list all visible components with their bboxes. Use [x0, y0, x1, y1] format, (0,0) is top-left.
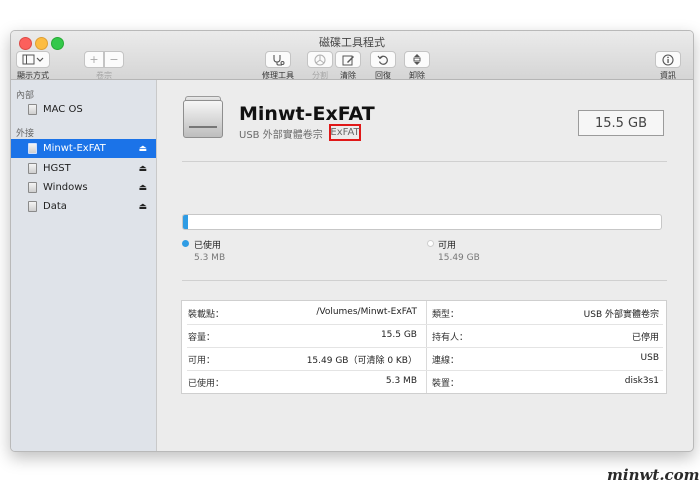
- info-row: 容量： 15.5 GB 持有人： 已停用: [182, 324, 666, 347]
- available-value: 15.49 GB（可清除 0 KB）: [306, 356, 417, 366]
- info-row: 裝載點： /Volumes/Minwt-ExFAT 類型： USB 外部實體卷宗: [182, 301, 666, 324]
- info-button[interactable]: [655, 51, 681, 68]
- usage-divider: [182, 280, 667, 281]
- sidebar-item-hgst[interactable]: HGST ⏏: [11, 159, 156, 178]
- available-key: 可用：: [188, 356, 216, 366]
- first-aid-button[interactable]: [265, 51, 291, 68]
- titlebar: 磁碟工具程式 顯示方式 + − 卷宗 修理工具 分割 清除 回復 卸除 資訊: [11, 31, 693, 80]
- used-value: 5.3 MB: [385, 376, 417, 386]
- unmount-button[interactable]: [404, 51, 430, 68]
- sidebar-view-icon: [22, 54, 44, 65]
- disk-utility-window: 磁碟工具程式 顯示方式 + − 卷宗 修理工具 分割 清除 回復 卸除 資訊 內…: [10, 30, 694, 452]
- sidebar-item-windows[interactable]: Windows ⏏: [11, 178, 156, 197]
- mount-point-key: 裝載點：: [188, 310, 225, 320]
- sidebar-item-label: MAC OS: [43, 104, 83, 115]
- erase-disk-icon: [342, 55, 354, 65]
- used-key: 已使用：: [188, 379, 225, 389]
- erase-button[interactable]: [335, 51, 361, 68]
- header-divider: [182, 161, 667, 162]
- sidebar: 內部 MAC OS 外接 Minwt-ExFAT ⏏ HGST ⏏ Window…: [11, 80, 157, 451]
- sidebar-item-label: Windows: [43, 182, 88, 193]
- capacity-value: 15.5 GB: [380, 330, 417, 340]
- external-disk-icon: [28, 163, 37, 174]
- usage-bar-used-fill: [183, 215, 188, 229]
- usage-bar: [182, 214, 662, 230]
- sidebar-item-mac-os[interactable]: MAC OS: [11, 100, 156, 119]
- unmount-icon: [413, 54, 421, 65]
- sidebar-item-minwt-exfat[interactable]: Minwt-ExFAT ⏏: [11, 139, 156, 158]
- sidebar-item-label: Minwt-ExFAT: [43, 143, 106, 154]
- capacity-box: 15.5 GB: [578, 110, 664, 136]
- eject-icon[interactable]: ⏏: [138, 164, 147, 174]
- partition-button[interactable]: [307, 51, 333, 68]
- external-disk-icon: [28, 201, 37, 212]
- view-button[interactable]: [16, 51, 50, 68]
- eject-icon[interactable]: ⏏: [138, 183, 147, 193]
- free-legend-value: 15.49 GB: [438, 253, 480, 263]
- window-title: 磁碟工具程式: [319, 36, 385, 49]
- connection-key: 連線：: [432, 356, 460, 366]
- info-icon: [662, 53, 674, 66]
- capacity-key: 容量：: [188, 333, 216, 343]
- device-key: 裝置：: [432, 379, 460, 389]
- info-table: 裝載點： /Volumes/Minwt-ExFAT 類型： USB 外部實體卷宗…: [181, 300, 667, 394]
- external-disk-icon: [28, 182, 37, 193]
- type-value: USB 外部實體卷宗: [583, 310, 659, 320]
- external-disk-icon: [28, 143, 37, 154]
- free-legend-label: 可用: [438, 241, 457, 251]
- main-pane: Minwt-ExFAT USB 外部實體卷宗 ExFAT 15.5 GB 已使用…: [157, 80, 693, 451]
- partition-icon: [314, 53, 326, 66]
- volume-name: Minwt-ExFAT: [239, 103, 375, 125]
- add-volume-button[interactable]: +: [84, 51, 104, 68]
- info-row: 已使用： 5.3 MB 裝置： disk3s1: [182, 370, 666, 393]
- stethoscope-icon: [273, 54, 285, 66]
- owners-value: 已停用: [631, 333, 659, 343]
- free-legend-dot: [427, 240, 434, 247]
- device-value: disk3s1: [624, 376, 659, 386]
- filesystem-badge: ExFAT: [329, 124, 361, 141]
- eject-icon[interactable]: ⏏: [138, 144, 147, 154]
- volume-subtitle: USB 外部實體卷宗: [239, 130, 323, 141]
- used-legend-label: 已使用: [194, 241, 222, 251]
- internal-disk-icon: [28, 104, 37, 115]
- connection-value: USB: [640, 353, 659, 363]
- used-legend-dot: [182, 240, 189, 247]
- owners-key: 持有人：: [432, 333, 469, 343]
- sidebar-item-data[interactable]: Data ⏏: [11, 197, 156, 216]
- info-row: 可用： 15.49 GB（可清除 0 KB） 連線： USB: [182, 347, 666, 370]
- sidebar-item-label: HGST: [43, 163, 71, 174]
- eject-icon[interactable]: ⏏: [138, 202, 147, 212]
- type-key: 類型：: [432, 310, 460, 320]
- remove-volume-button[interactable]: −: [104, 51, 124, 68]
- sidebar-item-label: Data: [43, 201, 67, 212]
- restore-button[interactable]: [370, 51, 396, 68]
- used-legend-value: 5.3 MB: [194, 253, 226, 263]
- mount-point-value: /Volumes/Minwt-ExFAT: [316, 307, 417, 317]
- external-section-header: 外接: [16, 129, 35, 139]
- watermark-text: minwt.com: [607, 466, 700, 484]
- hard-drive-icon: [183, 96, 223, 144]
- restore-icon: [377, 55, 388, 65]
